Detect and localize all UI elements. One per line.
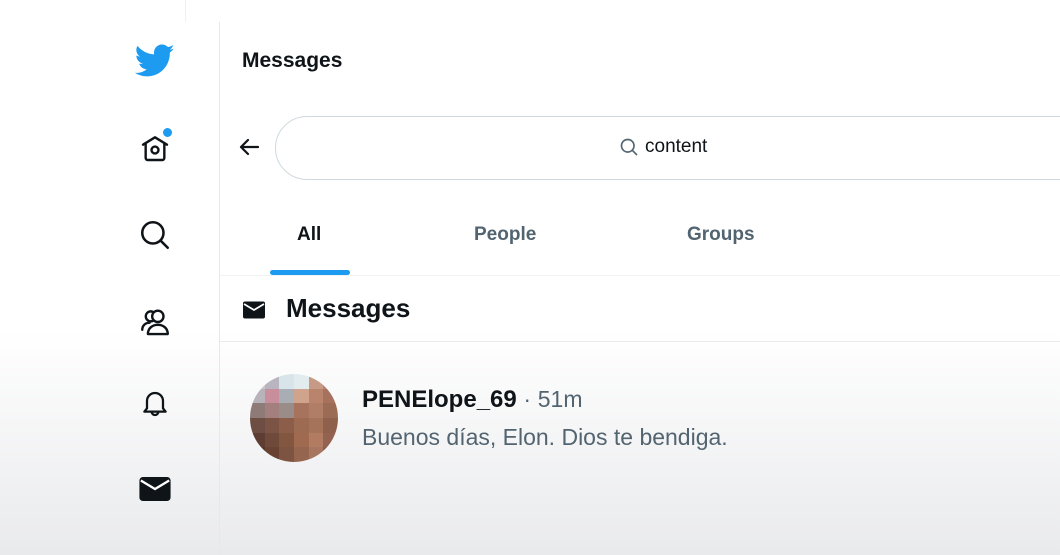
avatar-mosaic-block	[279, 403, 294, 418]
page-title: Messages	[242, 49, 343, 72]
avatar-mosaic-block	[264, 403, 280, 418]
arrow-left-icon	[239, 138, 260, 156]
avatar-mosaic-block	[294, 447, 309, 462]
avatar-mosaic-block	[250, 388, 265, 404]
avatar-mosaic-block	[308, 432, 324, 448]
envelope-icon	[139, 476, 171, 502]
avatar-mosaic-block	[294, 432, 309, 448]
tab-groups[interactable]: Groups	[687, 224, 755, 246]
communities-icon	[141, 309, 169, 336]
search-icon	[620, 138, 638, 156]
sender-name: PENElope_69	[362, 386, 517, 413]
search-icon	[140, 220, 170, 250]
back-button[interactable]	[236, 134, 262, 160]
tab-people[interactable]: People	[474, 224, 536, 246]
avatar-mosaic-block	[279, 388, 294, 404]
section-title: Messages	[286, 293, 411, 323]
bell-icon	[143, 391, 167, 417]
avatar-mosaic-block	[264, 374, 280, 389]
avatar-mosaic-block	[323, 447, 338, 462]
avatar-mosaic-block	[308, 403, 324, 418]
avatar-mosaic-block	[250, 403, 265, 418]
avatar-mosaic-block	[279, 447, 294, 462]
avatar-mosaic-block	[250, 374, 265, 389]
tab-all[interactable]: All	[297, 224, 321, 246]
twitter-bird-icon	[135, 44, 175, 77]
avatar-mosaic-block	[294, 374, 309, 389]
message-time: 51m	[537, 386, 583, 412]
sidebar-item-home[interactable]	[134, 127, 176, 169]
sidebar-item-messages[interactable]	[134, 468, 176, 510]
avatar-mosaic-block	[264, 447, 280, 462]
message-list-item[interactable]: PENElope_69 · 51m Buenos días, Elon. Dio…	[220, 342, 1060, 462]
avatar-mosaic-block	[294, 418, 309, 433]
avatar-mosaic-block	[264, 388, 280, 404]
avatar[interactable]	[250, 374, 338, 462]
avatar-mosaic-block	[250, 432, 265, 448]
avatar-mosaic-block	[308, 447, 324, 462]
avatar-mosaic-block	[279, 374, 294, 389]
avatar-mosaic-block	[323, 388, 338, 404]
avatar-mosaic-block	[250, 418, 265, 433]
notification-dot	[163, 128, 172, 137]
search-content: content	[619, 136, 707, 158]
avatar-mosaic-block	[308, 374, 324, 389]
envelope-icon	[243, 301, 265, 319]
main-panel: Messages content All People Groups Messa…	[220, 22, 1060, 555]
tab-bar: All People Groups	[220, 212, 1060, 276]
sidebar-item-twitter-logo[interactable]	[134, 40, 176, 82]
search-query: content	[645, 136, 708, 157]
section-header: Messages	[220, 276, 1060, 342]
avatar-mosaic-block	[294, 403, 309, 418]
avatar-mosaic-block	[250, 447, 265, 462]
message-header: PENElope_69 · 51m	[362, 386, 583, 414]
avatar-mosaic-block	[264, 432, 280, 448]
avatar-mosaic-block	[279, 418, 294, 433]
search-input[interactable]: content	[275, 116, 1060, 180]
message-preview: Buenos días, Elon. Dios te bendiga.	[362, 424, 728, 450]
avatar-mosaic-block	[323, 374, 338, 389]
separator: ·	[523, 386, 532, 412]
avatar-mosaic-block	[279, 432, 294, 448]
avatar-mosaic-block	[308, 418, 324, 433]
sidebar-item-communities[interactable]	[134, 301, 176, 343]
avatar-mosaic-block	[323, 418, 338, 433]
avatar-mosaic-block	[323, 403, 338, 418]
avatar-mosaic-block	[294, 388, 309, 404]
window-top-strip	[0, 0, 186, 22]
sidebar-item-notifications[interactable]	[134, 382, 176, 424]
avatar-mosaic-block	[323, 432, 338, 448]
avatar-mosaic-block	[308, 388, 324, 404]
active-tab-indicator	[270, 270, 350, 275]
sidebar-item-explore[interactable]	[134, 214, 176, 256]
avatar-mosaic-block	[264, 418, 280, 433]
sidebar-nav	[0, 22, 220, 555]
